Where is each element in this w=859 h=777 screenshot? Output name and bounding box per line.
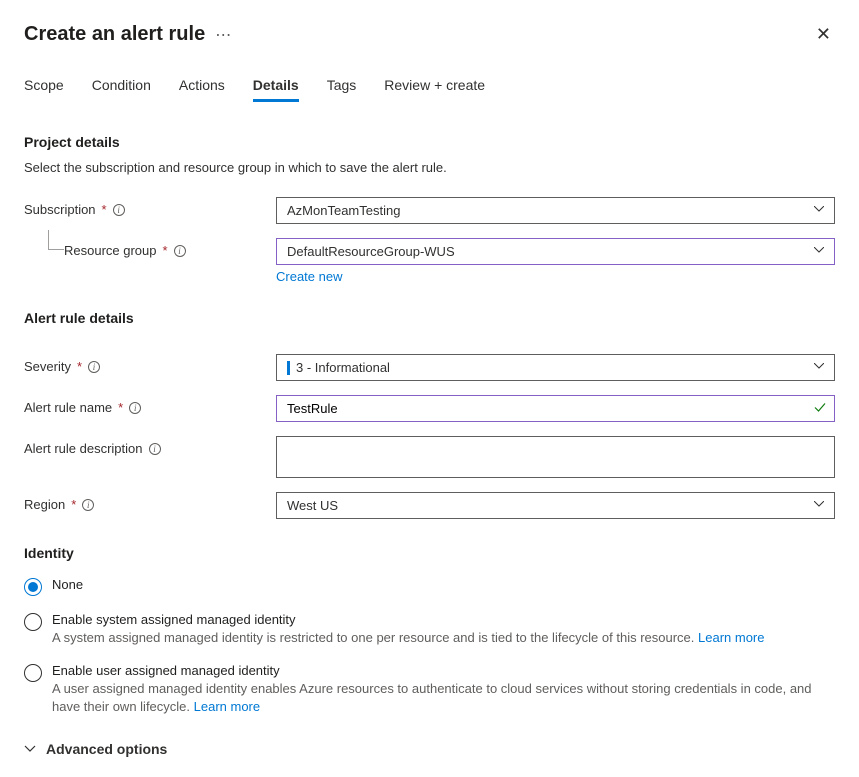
page-title: Create an alert rule: [24, 23, 205, 46]
alert-rule-name-input[interactable]: [276, 395, 835, 422]
identity-radio-system[interactable]: [24, 613, 42, 631]
info-icon[interactable]: i: [174, 245, 186, 257]
info-icon[interactable]: i: [113, 204, 125, 216]
info-icon[interactable]: i: [149, 443, 161, 455]
chevron-down-icon: [814, 363, 824, 373]
identity-user-label: Enable user assigned managed identity: [52, 663, 835, 678]
valid-check-icon: [813, 400, 827, 417]
tab-actions[interactable]: Actions: [179, 77, 225, 102]
resource-group-label: Resource group: [64, 243, 157, 258]
identity-radio-user[interactable]: [24, 664, 42, 682]
tabs-bar: Scope Condition Actions Details Tags Rev…: [24, 77, 835, 102]
tree-connector: [48, 230, 64, 250]
severity-color-bar: [287, 361, 290, 375]
identity-radio-none[interactable]: [24, 578, 42, 596]
identity-system-learn-more-link[interactable]: Learn more: [698, 630, 764, 645]
chevron-down-icon: [24, 745, 36, 753]
identity-heading: Identity: [24, 545, 835, 561]
region-value: West US: [287, 498, 338, 513]
required-asterisk: *: [163, 243, 168, 258]
subscription-label: Subscription: [24, 202, 96, 217]
identity-user-description: A user assigned managed identity enables…: [52, 681, 812, 714]
tab-tags[interactable]: Tags: [327, 77, 357, 102]
severity-select[interactable]: 3 - Informational: [276, 354, 835, 381]
alert-rule-description-input[interactable]: [276, 436, 835, 478]
subscription-value: AzMonTeamTesting: [287, 203, 400, 218]
chevron-down-icon: [814, 206, 824, 216]
create-new-link[interactable]: Create new: [276, 269, 342, 284]
tab-scope[interactable]: Scope: [24, 77, 64, 102]
required-asterisk: *: [118, 400, 123, 415]
subscription-select[interactable]: AzMonTeamTesting: [276, 197, 835, 224]
advanced-options-toggle[interactable]: Advanced options: [24, 741, 835, 757]
region-label: Region: [24, 497, 65, 512]
alert-rule-details-heading: Alert rule details: [24, 310, 835, 326]
resource-group-value: DefaultResourceGroup-WUS: [287, 244, 455, 259]
info-icon[interactable]: i: [129, 402, 141, 414]
severity-label: Severity: [24, 359, 71, 374]
identity-user-learn-more-link[interactable]: Learn more: [194, 699, 260, 714]
region-select[interactable]: West US: [276, 492, 835, 519]
chevron-down-icon: [814, 501, 824, 511]
chevron-down-icon: [814, 247, 824, 257]
tab-review-create[interactable]: Review + create: [384, 77, 485, 102]
project-details-helper: Select the subscription and resource gro…: [24, 160, 835, 175]
alert-rule-description-label: Alert rule description: [24, 441, 143, 456]
close-icon[interactable]: ✕: [812, 20, 835, 49]
identity-system-description: A system assigned managed identity is re…: [52, 630, 694, 645]
required-asterisk: *: [71, 497, 76, 512]
more-options-icon[interactable]: ⋯: [215, 25, 232, 45]
info-icon[interactable]: i: [82, 499, 94, 511]
alert-rule-name-label: Alert rule name: [24, 400, 112, 415]
identity-none-label: None: [52, 577, 835, 592]
tab-condition[interactable]: Condition: [92, 77, 151, 102]
info-icon[interactable]: i: [88, 361, 100, 373]
resource-group-select[interactable]: DefaultResourceGroup-WUS: [276, 238, 835, 265]
required-asterisk: *: [102, 202, 107, 217]
project-details-heading: Project details: [24, 134, 835, 150]
identity-system-label: Enable system assigned managed identity: [52, 612, 835, 627]
advanced-options-label: Advanced options: [46, 741, 167, 757]
required-asterisk: *: [77, 359, 82, 374]
severity-value: 3 - Informational: [296, 360, 390, 375]
tab-details[interactable]: Details: [253, 77, 299, 102]
